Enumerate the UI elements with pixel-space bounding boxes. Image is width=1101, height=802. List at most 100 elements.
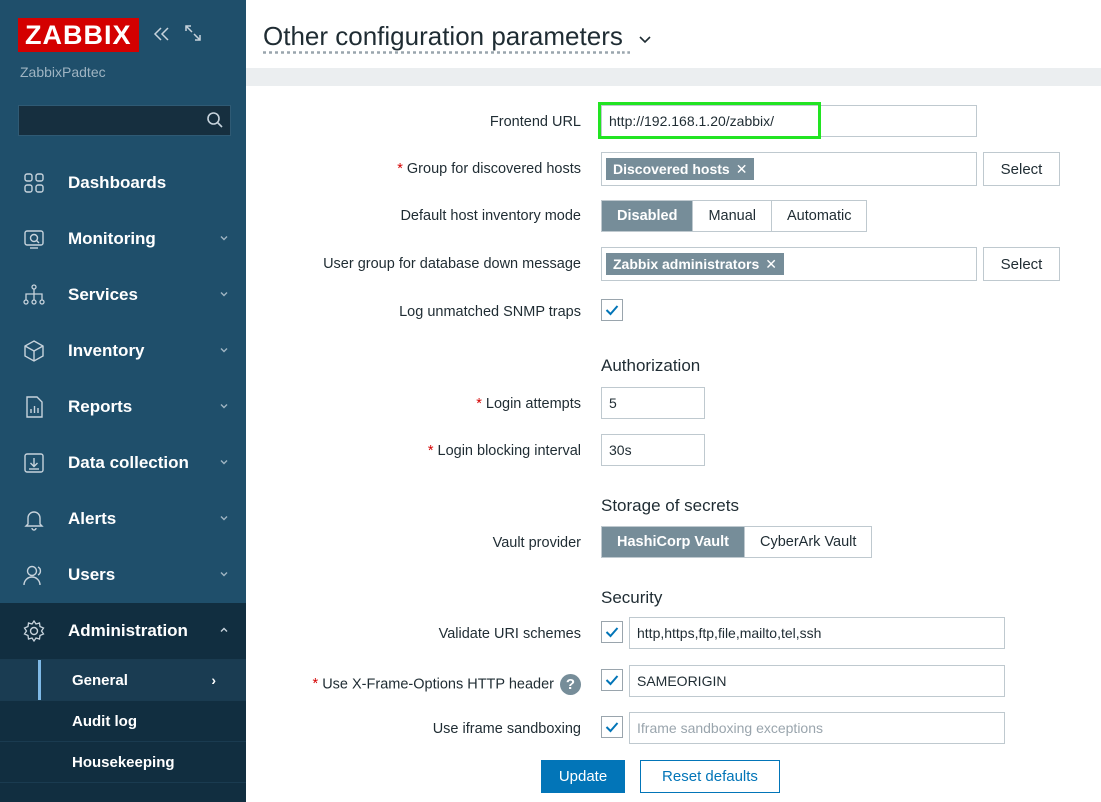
chevron-down-icon: [220, 516, 228, 521]
chevron-right-icon: ›: [211, 672, 216, 688]
login-blocking-label-text: Login blocking interval: [437, 443, 581, 459]
checkmark-icon: [605, 627, 619, 638]
required-marker: *: [427, 443, 434, 459]
required-marker: *: [312, 676, 319, 693]
subnav-housekeeping[interactable]: Housekeeping: [0, 741, 246, 782]
remove-chip-icon[interactable]: ✕: [736, 161, 748, 178]
chevron-down-icon: [639, 36, 651, 44]
nav-monitoring[interactable]: Monitoring: [0, 211, 246, 267]
subnav-general[interactable]: General ›: [0, 659, 246, 701]
log-snmp-checkbox[interactable]: [601, 299, 623, 321]
gear-icon: [23, 619, 45, 643]
remove-chip-icon[interactable]: ✕: [765, 256, 777, 273]
checkmark-icon: [605, 675, 619, 686]
nav-dashboards-label: Dashboards: [68, 173, 167, 192]
chip-label: Discovered hosts: [613, 161, 730, 177]
header-divider: [246, 68, 1101, 86]
iframe-sandbox-checkbox[interactable]: [601, 716, 623, 738]
main-nav: Dashboards Monitoring Services Inventory…: [0, 155, 246, 802]
login-attempts-input[interactable]: 5: [601, 387, 705, 419]
nav-administration[interactable]: Administration: [0, 603, 246, 659]
log-snmp-label: Log unmatched SNMP traps: [399, 304, 581, 320]
inventory-mode-toggle: Disabled Manual Automatic: [601, 200, 868, 232]
security-heading: Security: [601, 588, 663, 607]
chip-discovered-hosts: Discovered hosts ✕: [606, 158, 755, 180]
dashboards-icon: [24, 173, 44, 193]
vault-provider-label: Vault provider: [492, 535, 581, 551]
services-icon: [23, 284, 45, 305]
required-marker: *: [397, 161, 403, 177]
nav-alerts[interactable]: Alerts: [0, 491, 246, 547]
group-discovered-multiselect[interactable]: Discovered hosts ✕: [601, 152, 977, 186]
inventory-mode-manual[interactable]: Manual: [692, 201, 771, 231]
nav-services-label: Services: [68, 285, 138, 304]
checkmark-icon: [605, 305, 619, 316]
kiosk-mode-icon[interactable]: [184, 24, 201, 46]
chevron-up-icon: [220, 627, 228, 632]
group-discovered-label-text: Group for discovered hosts: [406, 161, 581, 177]
vault-hashicorp[interactable]: HashiCorp Vault: [602, 527, 744, 557]
inventory-mode-automatic[interactable]: Automatic: [771, 201, 866, 231]
checkmark-icon: [605, 722, 619, 733]
login-blocking-input[interactable]: 30s: [601, 434, 705, 466]
nav-administration-label: Administration: [68, 621, 188, 640]
x-frame-checkbox[interactable]: [601, 669, 623, 691]
user-group-select-button[interactable]: Select: [983, 247, 1060, 281]
x-frame-label-text: Use X-Frame-Options HTTP header: [322, 676, 554, 693]
validate-uri-input[interactable]: http,https,ftp,file,mailto,tel,ssh: [629, 617, 1005, 649]
reset-defaults-button[interactable]: Reset defaults: [640, 760, 780, 793]
iframe-sandbox-input[interactable]: Iframe sandboxing exceptions: [629, 712, 1005, 744]
chip-label: Zabbix administrators: [613, 256, 760, 272]
page-header: Other configuration parameters: [246, 0, 1101, 68]
nav-data-collection[interactable]: Data collection: [0, 435, 246, 491]
subnav-audit-log-label: Audit log: [72, 712, 137, 730]
administration-subnav: General › Audit log Housekeeping: [0, 659, 246, 802]
nav-inventory-label: Inventory: [68, 341, 145, 360]
x-frame-input[interactable]: SAMEORIGIN: [629, 665, 1005, 697]
update-button[interactable]: Update: [541, 760, 625, 793]
chevron-down-icon: [220, 236, 228, 241]
monitoring-icon: [24, 230, 44, 249]
page-title[interactable]: Other configuration parameters: [263, 21, 652, 52]
login-attempts-label-text: Login attempts: [485, 396, 581, 412]
config-form: Frontend URL http://192.168.1.20/zabbix/…: [263, 86, 1101, 802]
chevron-down-icon: [220, 572, 228, 577]
nav-dashboards[interactable]: Dashboards: [0, 155, 246, 211]
search-icon[interactable]: [206, 111, 224, 129]
sidebar: ZABBIX ZabbixPadtec Dashboards Monitorin…: [0, 0, 246, 802]
required-marker: *: [476, 396, 482, 412]
nav-users[interactable]: Users: [0, 547, 246, 603]
login-attempts-label: * Login attempts: [476, 396, 581, 412]
search-input[interactable]: [19, 106, 230, 135]
help-icon[interactable]: ?: [560, 674, 581, 695]
x-frame-label: * Use X-Frame-Options HTTP header?: [313, 674, 581, 695]
subnav-next[interactable]: [0, 782, 246, 802]
nav-users-label: Users: [68, 565, 116, 584]
vault-cyberark[interactable]: CyberArk Vault: [744, 527, 871, 557]
page-title-text: Other configuration parameters: [263, 21, 623, 51]
chevron-down-icon: [220, 348, 228, 353]
chip-zabbix-administrators: Zabbix administrators ✕: [606, 253, 784, 275]
validate-uri-label: Validate URI schemes: [438, 626, 581, 642]
inventory-icon: [24, 340, 44, 362]
group-discovered-label: * Group for discovered hosts: [397, 161, 581, 177]
data-collection-icon: [24, 453, 44, 473]
validate-uri-checkbox[interactable]: [601, 621, 623, 643]
iframe-sandbox-label: Use iframe sandboxing: [432, 721, 581, 737]
user-group-db-down-multiselect[interactable]: Zabbix administrators ✕: [601, 247, 977, 281]
chevron-down-icon: [220, 292, 228, 297]
collapse-sidebar-icon[interactable]: [153, 25, 171, 46]
authorization-heading: Authorization: [601, 356, 701, 375]
reports-icon: [26, 396, 43, 418]
subnav-audit-log[interactable]: Audit log: [0, 700, 246, 741]
nav-reports[interactable]: Reports: [0, 379, 246, 435]
nav-data-collection-label: Data collection: [68, 453, 189, 472]
inventory-mode-disabled[interactable]: Disabled: [602, 201, 693, 231]
group-discovered-select-button[interactable]: Select: [983, 152, 1060, 186]
nav-services[interactable]: Services: [0, 267, 246, 323]
subnav-housekeeping-label: Housekeeping: [72, 753, 175, 771]
vault-provider-toggle: HashiCorp Vault CyberArk Vault: [601, 526, 873, 558]
zabbix-logo[interactable]: ZABBIX: [18, 18, 139, 52]
server-name: ZabbixPadtec: [20, 64, 106, 80]
nav-inventory[interactable]: Inventory: [0, 323, 246, 379]
